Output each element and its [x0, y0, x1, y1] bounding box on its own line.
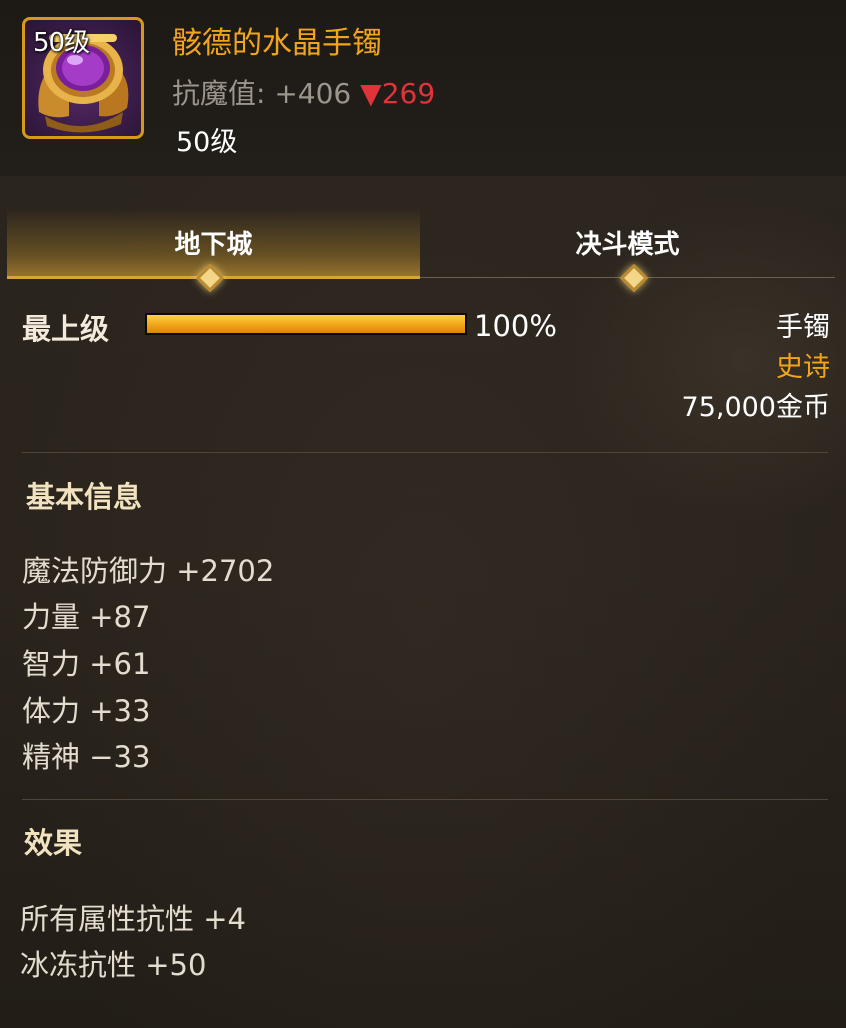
tab-dungeon-label: 地下城: [174, 229, 253, 260]
required-level: 50级: [176, 127, 238, 158]
item-name: 骸德的水晶手镯: [172, 26, 382, 61]
item-header: 50级 骸德的水晶手镯 抗魔值: +406 ▼269 50级: [0, 0, 846, 176]
stat-row: 体力 +33: [22, 694, 151, 728]
effect-row: 冰冻抗性 +50: [20, 948, 207, 982]
grade-label: 最上级: [22, 312, 110, 346]
tab-dungeon[interactable]: 地下城: [7, 208, 420, 276]
grade-percent: 100%: [474, 309, 557, 343]
item-rarity: 史诗: [776, 352, 830, 383]
item-level-badge: 50级: [33, 28, 90, 58]
mode-tabs: 地下城 决斗模式: [7, 208, 835, 293]
stat-row: 智力 +61: [22, 647, 151, 681]
down-arrow-icon: ▼: [360, 77, 382, 110]
tab-pvp[interactable]: 决斗模式: [420, 208, 835, 276]
effect-row: 所有属性抗性 +4: [20, 902, 246, 936]
grade-progress-bar: [145, 313, 467, 335]
item-price: 75,000金币: [681, 392, 830, 423]
stat-row: 精神 −33: [22, 740, 151, 774]
magic-resist-label: 抗魔值:: [172, 77, 266, 110]
grade-progress-fill: [147, 315, 465, 333]
divider: [22, 452, 828, 453]
magic-resist-drop: 269: [381, 77, 436, 110]
effects-title: 效果: [24, 826, 83, 860]
item-icon-frame[interactable]: 50级: [22, 17, 144, 139]
magic-resist-value: +406: [274, 77, 352, 110]
magic-resist-line: 抗魔值: +406 ▼269: [172, 72, 435, 112]
basic-info-title: 基本信息: [26, 480, 143, 514]
divider: [22, 799, 828, 800]
stat-row: 魔法防御力 +2702: [22, 554, 275, 588]
tab-pvp-label: 决斗模式: [575, 229, 680, 260]
item-type: 手镯: [776, 312, 830, 343]
stat-row: 力量 +87: [22, 600, 151, 634]
